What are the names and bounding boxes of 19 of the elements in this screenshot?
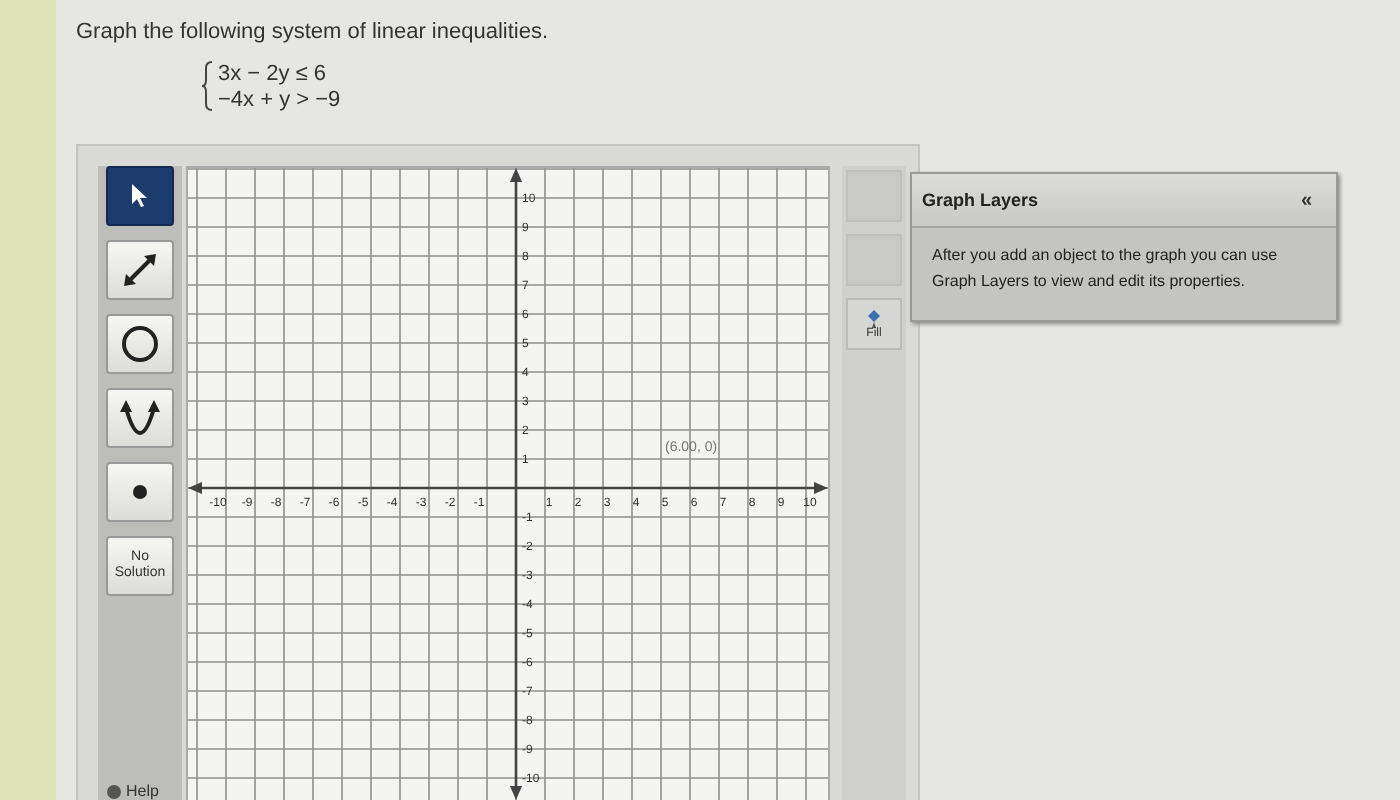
help-link[interactable]: Help	[126, 782, 159, 800]
line-arrow-icon	[120, 250, 160, 290]
inequality: 3x − 2y ≤ 6	[218, 61, 327, 85]
collapse-button[interactable]: «	[1300, 189, 1312, 211]
parabola-tool-button[interactable]	[106, 388, 174, 448]
circle-icon	[120, 324, 160, 364]
point-icon	[132, 484, 148, 500]
point-tool-button[interactable]	[106, 462, 174, 522]
inequality: −4x + y > −9	[218, 87, 341, 111]
brace-icon	[200, 60, 214, 112]
line-tool-button[interactable]	[106, 240, 174, 300]
pointer-icon	[130, 184, 150, 208]
help-icon	[106, 783, 122, 799]
panel-title: Graph Layers	[922, 190, 1039, 210]
question-prompt: Graph the following system of linear inequalities.	[76, 20, 549, 44]
parabola-icon	[118, 398, 162, 438]
pointer-tool-button[interactable]	[106, 166, 174, 226]
panel-message: After you add an object to the graph you can use Graph Layers to view and edit its properties.	[912, 228, 1336, 320]
circle-tool-button[interactable]	[106, 314, 174, 374]
